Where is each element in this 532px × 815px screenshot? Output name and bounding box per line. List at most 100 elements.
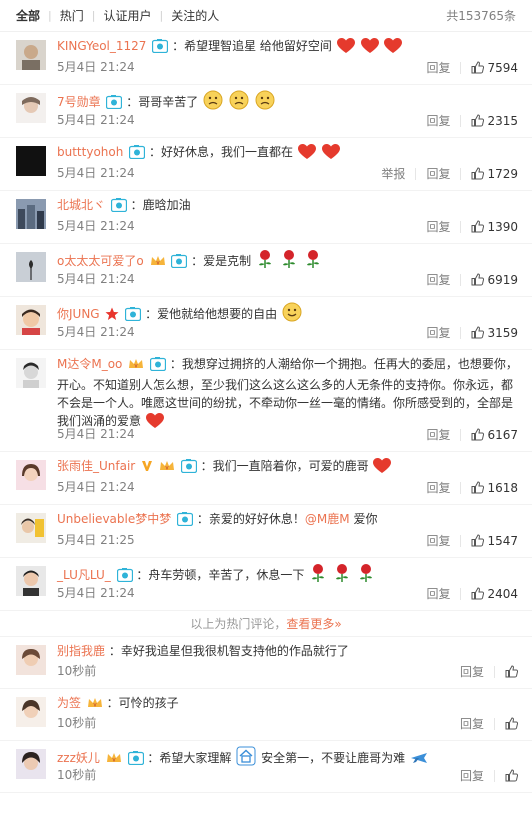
- thumbs-up-icon: [505, 717, 518, 730]
- reply-button[interactable]: 回复: [460, 767, 484, 784]
- camera-badge-icon: [129, 145, 146, 164]
- avatar[interactable]: [16, 513, 46, 543]
- reply-button[interactable]: 回复: [460, 663, 484, 680]
- like-button[interactable]: 1618: [471, 481, 518, 495]
- like-button[interactable]: 6167: [471, 428, 518, 442]
- avatar[interactable]: [16, 93, 46, 123]
- divider: [460, 326, 462, 339]
- avatar[interactable]: [16, 40, 46, 70]
- thumbs-up-icon: [505, 665, 518, 678]
- like-button[interactable]: 2315: [471, 114, 518, 128]
- commenter-name[interactable]: butttyohoh: [57, 145, 123, 159]
- divider: [460, 273, 462, 286]
- comment-actions: 回复 1547: [426, 532, 518, 549]
- airplane-emoji-icon: [410, 750, 428, 771]
- report-button[interactable]: 举报: [381, 165, 405, 182]
- divider: [460, 534, 462, 547]
- commenter-name[interactable]: 张雨佳_Unfair: [57, 459, 135, 473]
- tab-hot[interactable]: 热门: [60, 7, 84, 24]
- reply-button[interactable]: 回复: [426, 59, 450, 76]
- vip-crown-badge-icon: v: [159, 459, 175, 478]
- comment-text: 开心。不知道别人怎么想，至少我们这么这么这么多的人无条件的支持你。你永远，都: [57, 378, 514, 392]
- commenter-name[interactable]: Unbelievable梦中梦: [57, 512, 171, 526]
- comment-text: ：我想穿过拥挤的人潮给你一个拥抱。任再大的委屈，也想要你，: [169, 357, 518, 371]
- tab-divider: |: [91, 9, 96, 22]
- comment-time: 5月4日 21:24: [57, 586, 135, 600]
- mention-link[interactable]: @M鹿M: [305, 512, 350, 526]
- commenter-name[interactable]: 别指我鹿: [57, 644, 105, 658]
- like-button[interactable]: [505, 665, 518, 678]
- thumbs-up-icon: [471, 167, 485, 180]
- camera-badge-icon: [180, 459, 197, 478]
- like-button[interactable]: 1390: [471, 220, 518, 234]
- avatar[interactable]: [16, 749, 46, 779]
- reply-button[interactable]: 回复: [426, 585, 450, 602]
- reply-button[interactable]: 回复: [426, 271, 450, 288]
- avatar[interactable]: [16, 566, 46, 596]
- tab-verified-users[interactable]: 认证用户: [103, 7, 151, 24]
- avatar[interactable]: [16, 252, 46, 282]
- commenter-name[interactable]: 你JUNG: [57, 307, 100, 321]
- comment-time: 5月4日 21:24: [57, 219, 135, 233]
- reply-button[interactable]: 回复: [426, 218, 450, 235]
- see-more-link[interactable]: 查看更多»: [286, 617, 341, 631]
- avatar[interactable]: [16, 460, 46, 490]
- commenter-name[interactable]: 为签: [57, 696, 81, 710]
- divider: [460, 114, 462, 127]
- comment-item: 北城北ヾ ：鹿晗加油 5月4日 21:24 回复 1390: [0, 191, 532, 244]
- heart-emoji-icon: [384, 38, 403, 59]
- commenter-name[interactable]: _LU凡LU_: [57, 568, 111, 582]
- like-button[interactable]: 6919: [471, 273, 518, 287]
- like-button[interactable]: 2404: [471, 587, 518, 601]
- avatar[interactable]: [16, 645, 46, 675]
- avatar[interactable]: [16, 358, 46, 388]
- like-count: 1618: [487, 480, 518, 495]
- reply-button[interactable]: 回复: [426, 112, 450, 129]
- reply-button[interactable]: 回复: [426, 532, 450, 549]
- like-button[interactable]: 3159: [471, 326, 518, 340]
- like-button[interactable]: 1729: [471, 167, 518, 181]
- tab-following[interactable]: 关注的人: [171, 7, 219, 24]
- commenter-name[interactable]: zzz妖儿: [57, 751, 100, 765]
- comment-actions: 回复: [460, 663, 518, 680]
- commenter-name[interactable]: KINGYeol_1127: [57, 39, 146, 53]
- like-button[interactable]: [505, 769, 518, 782]
- comment-actions: 回复 3159: [426, 324, 518, 341]
- reply-button[interactable]: 回复: [460, 715, 484, 732]
- avatar[interactable]: [16, 146, 46, 176]
- reply-button[interactable]: 回复: [426, 479, 450, 496]
- avatar[interactable]: [16, 305, 46, 335]
- comment-item: KINGYeol_1127 ：希望理智追星 给他留好空间 5月4日 21:24 …: [0, 32, 532, 85]
- tab-divider: |: [48, 9, 52, 22]
- like-button[interactable]: [505, 717, 518, 730]
- comment-time: 5月4日 21:24: [57, 325, 135, 339]
- reply-button[interactable]: 回复: [426, 426, 450, 443]
- commenter-name[interactable]: 北城北ヾ: [57, 198, 105, 212]
- commenter-name[interactable]: M达令M_oo: [57, 357, 122, 371]
- comment-actions: 回复 2404: [426, 585, 518, 602]
- comment-item: 别指我鹿 ：幸好我追星但我很机智支持他的作品就行了 10秒前 回复: [0, 637, 532, 689]
- comment-item: Unbelievable梦中梦 ：亲爱的好好休息！@M鹿M 爱你 5月4日 21…: [0, 505, 532, 558]
- avatar[interactable]: [16, 697, 46, 727]
- rose-emoji-icon: [309, 563, 327, 588]
- svg-text:v: v: [112, 758, 115, 764]
- reply-button[interactable]: 回复: [426, 324, 450, 341]
- comment-time: 5月4日 21:24: [57, 166, 135, 180]
- like-button[interactable]: 7594: [471, 61, 518, 75]
- heart-emoji-icon: [360, 38, 379, 59]
- comment-text: ：幸好我追星但我很机智支持他的作品就行了: [108, 644, 349, 658]
- reply-button[interactable]: 回复: [426, 165, 450, 182]
- camera-badge-icon: [171, 254, 188, 273]
- comment-actions: 举报 回复 1729: [381, 165, 518, 182]
- commenter-name[interactable]: 7号勋章: [57, 95, 101, 109]
- verified-v-badge-icon: [141, 459, 153, 478]
- camera-badge-icon: [149, 357, 167, 376]
- svg-text:v: v: [93, 703, 96, 709]
- vip-crown-badge-icon: v: [150, 254, 166, 273]
- avatar[interactable]: [16, 199, 46, 229]
- thumbs-up-icon: [471, 587, 485, 600]
- commenter-name[interactable]: o太太太可爱了o: [57, 254, 144, 268]
- comment-actions: 回复 6167: [426, 426, 518, 443]
- tab-all[interactable]: 全部: [16, 7, 40, 24]
- like-button[interactable]: 1547: [471, 534, 518, 548]
